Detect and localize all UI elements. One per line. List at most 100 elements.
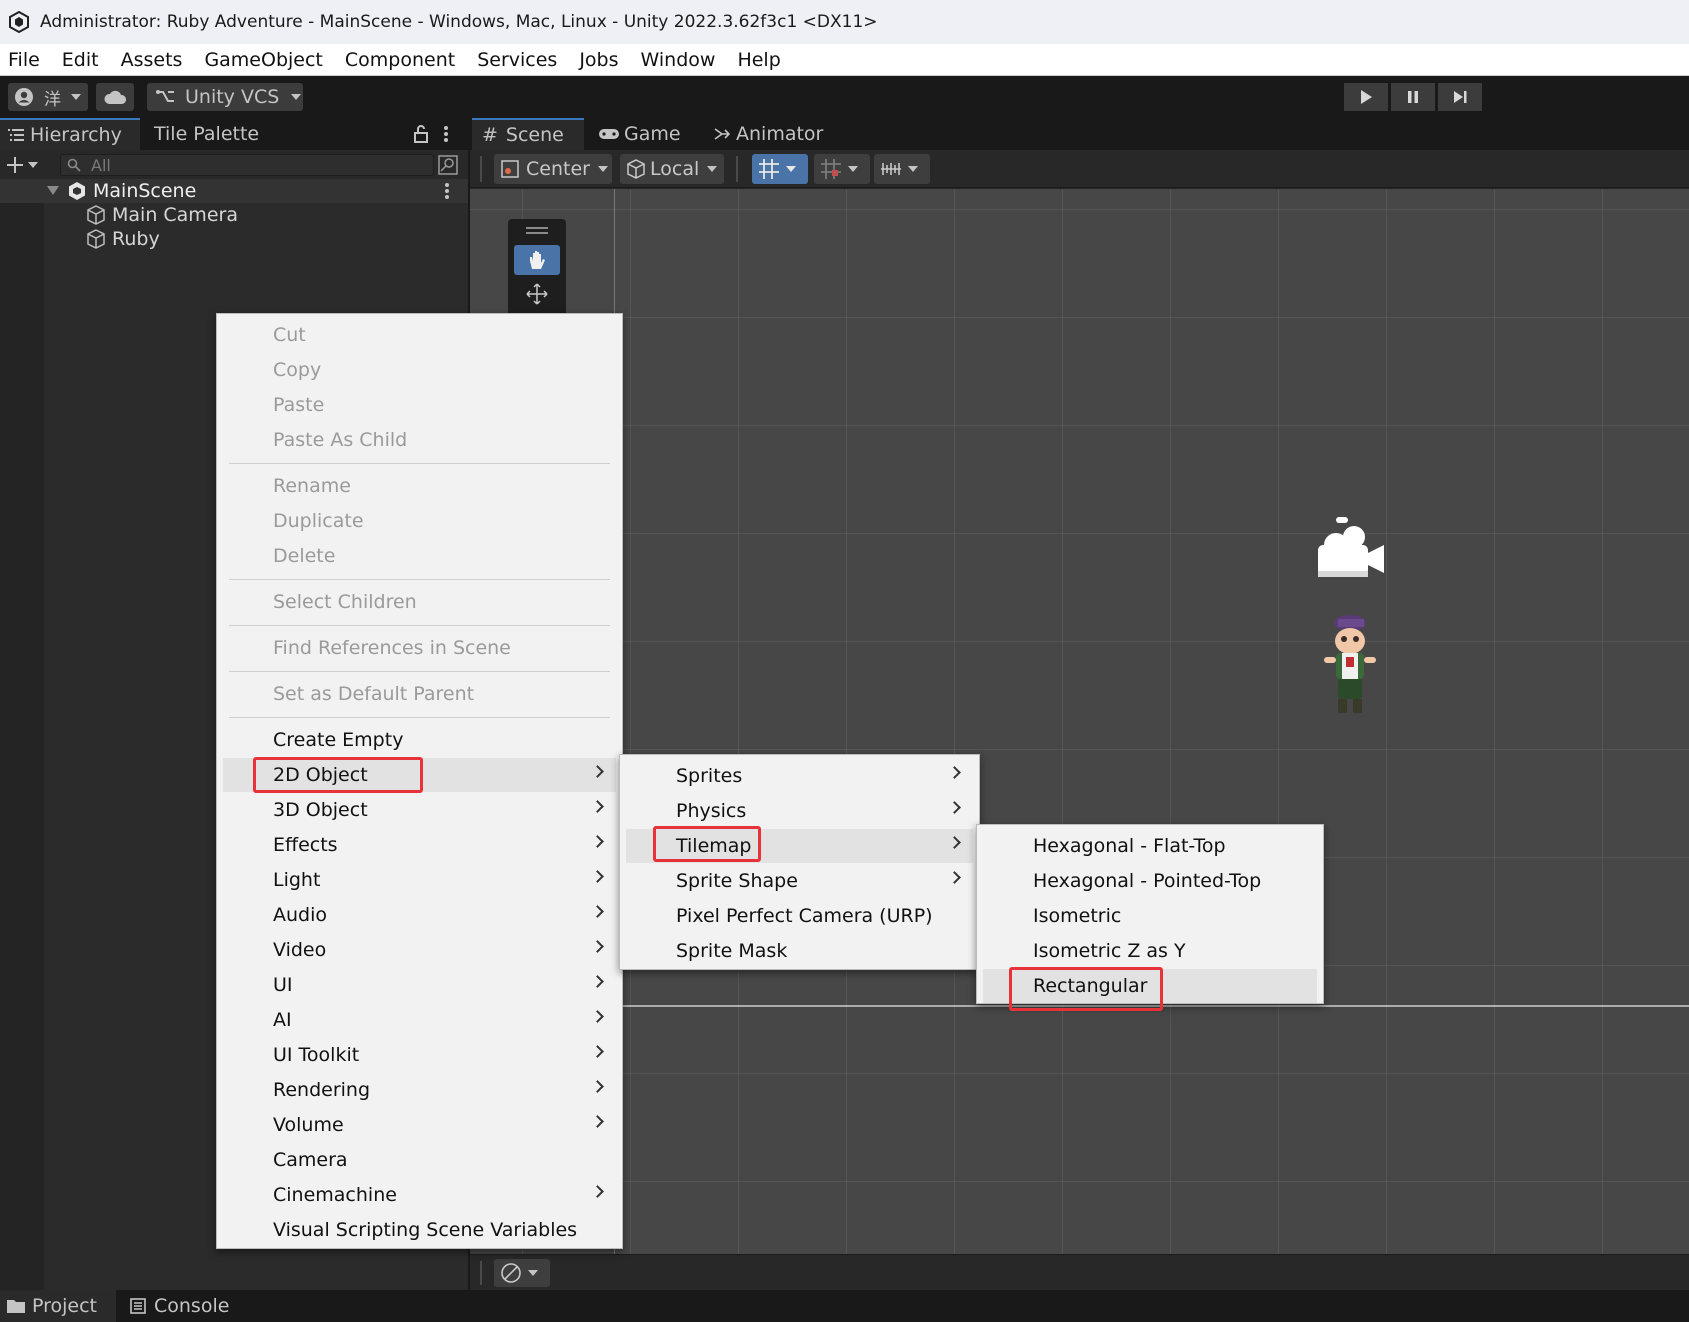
menu-item-camera[interactable]: Camera: [223, 1143, 616, 1177]
folder-icon: [7, 1300, 25, 1313]
menu-item-volume[interactable]: Volume: [223, 1108, 616, 1142]
hierarchy-search-input[interactable]: All: [60, 154, 434, 176]
account-button[interactable]: 洋: [8, 83, 88, 111]
menu-item-3d-object[interactable]: 3D Object: [223, 793, 616, 827]
menu-item-select-children[interactable]: Select Children: [223, 585, 616, 619]
grid-snap-button[interactable]: [752, 154, 808, 184]
menu-assets[interactable]: Assets: [113, 49, 193, 71]
unity-scene-icon: [69, 182, 85, 200]
console-icon: [130, 1298, 146, 1314]
menu-item-set-default-parent[interactable]: Set as Default Parent: [223, 677, 616, 711]
hierarchy-scene-row[interactable]: MainScene: [0, 179, 468, 203]
tab-scene[interactable]: # Scene: [472, 118, 584, 150]
hierarchy-item-main-camera[interactable]: Main Camera: [86, 203, 238, 227]
menu-item-rendering[interactable]: Rendering: [223, 1073, 616, 1107]
menu-item-pixel-perfect-camera[interactable]: Pixel Perfect Camera (URP): [626, 899, 973, 933]
menu-item-physics[interactable]: Physics: [626, 794, 973, 828]
menu-item-audio[interactable]: Audio: [223, 898, 616, 932]
ruby-sprite[interactable]: [1320, 613, 1380, 721]
menu-item-isometric[interactable]: Isometric: [983, 899, 1317, 933]
menu-window[interactable]: Window: [633, 49, 726, 71]
hierarchy-item-ruby[interactable]: Ruby: [86, 227, 160, 251]
menu-item-label: Visual Scripting Scene Variables: [273, 1219, 578, 1241]
menu-item-delete[interactable]: Delete: [223, 539, 616, 573]
chevron-right-icon: [591, 905, 604, 918]
menu-item-rename[interactable]: Rename: [223, 469, 616, 503]
tab-console[interactable]: Console: [130, 1290, 250, 1322]
menu-separator: [229, 579, 610, 580]
menu-item-paste[interactable]: Paste: [223, 388, 616, 422]
vcs-label: Unity VCS: [185, 86, 280, 108]
pivot-rotation-dropdown[interactable]: Local: [620, 154, 724, 184]
increment-snap-button[interactable]: [814, 154, 870, 184]
menu-component[interactable]: Component: [337, 49, 465, 71]
menu-separator: [229, 717, 610, 718]
tab-animator[interactable]: Animator: [714, 118, 834, 150]
menu-item-copy[interactable]: Copy: [223, 353, 616, 387]
cloud-button[interactable]: [96, 83, 134, 111]
menu-item-create-empty[interactable]: Create Empty: [223, 723, 616, 757]
menu-item-paste-as-child[interactable]: Paste As Child: [223, 423, 616, 457]
lock-icon[interactable]: [414, 125, 428, 143]
tab-game[interactable]: Game: [598, 118, 698, 150]
menu-file[interactable]: File: [0, 49, 50, 71]
menu-item-sprite-mask[interactable]: Sprite Mask: [626, 934, 973, 968]
camera-gizmo-icon[interactable]: [1310, 515, 1388, 581]
tab-project-label: Project: [32, 1295, 98, 1317]
menu-item-label: Set as Default Parent: [273, 683, 475, 705]
move-tool-button[interactable]: [514, 279, 560, 309]
menu-gameobject[interactable]: GameObject: [196, 49, 332, 71]
menu-item-duplicate[interactable]: Duplicate: [223, 504, 616, 538]
menu-item-sprites[interactable]: Sprites: [626, 759, 973, 793]
menu-services[interactable]: Services: [469, 49, 567, 71]
menu-item-light[interactable]: Light: [223, 863, 616, 897]
menu-item-cinemachine[interactable]: Cinemachine: [223, 1178, 616, 1212]
menu-item-visual-scripting-scene-variables[interactable]: Visual Scripting Scene Variables: [223, 1213, 616, 1247]
menu-item-ui-toolkit[interactable]: UI Toolkit: [223, 1038, 616, 1072]
step-button[interactable]: [1438, 83, 1482, 111]
tab-tile-palette[interactable]: Tile Palette: [154, 118, 284, 150]
tab-scene-label: Scene: [505, 124, 564, 146]
menu-help[interactable]: Help: [729, 49, 790, 71]
menu-item-ui[interactable]: UI: [223, 968, 616, 1002]
create-button[interactable]: [6, 154, 44, 176]
menu-item-find-references[interactable]: Find References in Scene: [223, 631, 616, 665]
menu-item-hexagonal-pointed-top[interactable]: Hexagonal - Pointed-Top: [983, 864, 1317, 898]
more-options-icon[interactable]: [443, 125, 449, 143]
menu-item-2d-object[interactable]: 2D Object: [223, 758, 616, 792]
main-toolbar: 洋 Unity VCS: [0, 76, 1689, 118]
pivot-mode-dropdown[interactable]: Center: [494, 154, 612, 184]
menu-jobs[interactable]: Jobs: [571, 49, 628, 71]
chevron-right-icon: [591, 1115, 604, 1128]
more-options-icon[interactable]: [444, 182, 450, 200]
menu-edit[interactable]: Edit: [54, 49, 109, 71]
menu-item-cut[interactable]: Cut: [223, 318, 616, 352]
orientation-gizmo-button[interactable]: [494, 1259, 550, 1287]
cloud-icon: [104, 90, 127, 104]
tab-project[interactable]: Project: [0, 1290, 116, 1322]
branch-icon: [156, 90, 174, 102]
chevron-right-icon: [948, 801, 961, 814]
play-button[interactable]: [1344, 83, 1388, 111]
menu-item-label: Find References in Scene: [273, 637, 511, 659]
menu-item-isometric-z-as-y[interactable]: Isometric Z as Y: [983, 934, 1317, 968]
menu-item-tilemap[interactable]: Tilemap: [626, 829, 973, 863]
menu-separator: [229, 463, 610, 464]
menu-item-video[interactable]: Video: [223, 933, 616, 967]
scene-search-icon[interactable]: [438, 155, 458, 175]
tab-hierarchy[interactable]: Hierarchy: [0, 118, 140, 150]
menu-item-hexagonal-flat-top[interactable]: Hexagonal - Flat-Top: [983, 829, 1317, 863]
ruler-snap-button[interactable]: [874, 154, 930, 184]
menu-item-rectangular[interactable]: Rectangular: [983, 969, 1317, 1003]
chevron-down-icon: [291, 94, 302, 100]
menu-item-ai[interactable]: AI: [223, 1003, 616, 1037]
menu-item-sprite-shape[interactable]: Sprite Shape: [626, 864, 973, 898]
pause-button[interactable]: [1391, 83, 1435, 111]
menu-item-label: Pixel Perfect Camera (URP): [676, 905, 933, 927]
scene-viewport[interactable]: [470, 189, 1689, 1254]
pause-icon: [1408, 91, 1418, 103]
hand-tool-button[interactable]: [514, 245, 560, 275]
unity-vcs-button[interactable]: Unity VCS: [147, 83, 303, 111]
menu-item-effects[interactable]: Effects: [223, 828, 616, 862]
search-icon: [67, 158, 81, 172]
